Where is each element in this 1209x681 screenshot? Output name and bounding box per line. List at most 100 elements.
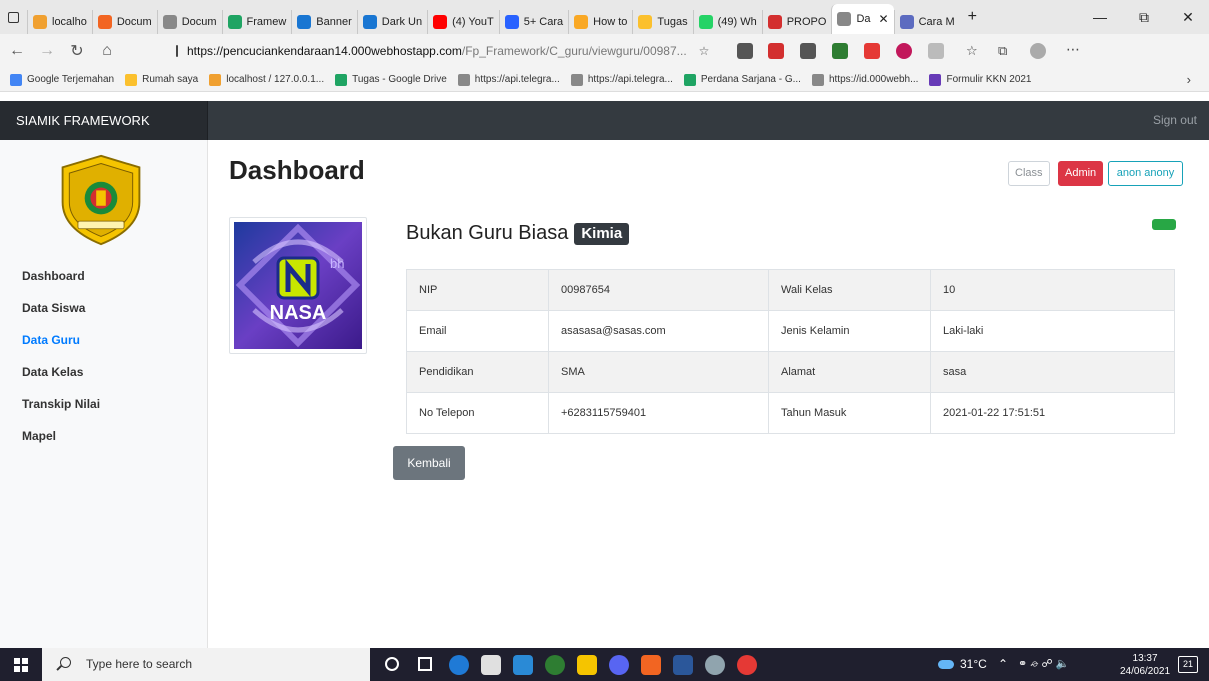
field-value: sasa: [930, 351, 1175, 393]
bookmark-item[interactable]: localhost / 127.0.0.1...: [209, 73, 324, 86]
bookmark-item[interactable]: Perdana Sarjana - G...: [683, 73, 801, 86]
tab-favicon-icon: [899, 15, 914, 29]
tray-icons[interactable]: ⚭ ⌮ ☍ 🔈: [1018, 648, 1069, 681]
bookmark-favicon-icon: [125, 73, 138, 86]
extension-icon[interactable]: [800, 43, 816, 59]
browser-tab[interactable]: Framew: [221, 10, 292, 34]
sidebar-item-data-guru[interactable]: Data Guru: [22, 332, 100, 364]
edge-icon[interactable]: [449, 655, 469, 675]
xampp-icon[interactable]: [641, 655, 661, 675]
sidebar-item-data-siswa[interactable]: Data Siswa: [22, 300, 100, 332]
brand-logo-text[interactable]: SIAMIK FRAMEWORK: [0, 101, 208, 140]
browser-tab[interactable]: Docum: [91, 10, 157, 34]
restore-icon[interactable]: ⧉: [1122, 0, 1166, 34]
app-icon[interactable]: [545, 655, 565, 675]
extension-icon[interactable]: [864, 43, 880, 59]
browser-tab[interactable]: localho: [27, 10, 92, 34]
cortana-icon[interactable]: [385, 657, 399, 671]
bookmark-favicon-icon: [10, 73, 22, 86]
address-bar[interactable]: https://pencuciankendaraan14.000webhosta…: [176, 37, 710, 65]
field-value: 2021-01-22 17:51:51: [930, 392, 1175, 434]
tab-actions-icon[interactable]: [8, 11, 19, 23]
forward-arrow-icon[interactable]: →: [32, 42, 62, 60]
bookmark-item[interactable]: Google Terjemahan: [10, 73, 114, 86]
bookmark-item[interactable]: Formulir KKN 2021: [929, 73, 1032, 86]
windows-start-icon[interactable]: [0, 648, 42, 681]
bookmark-item[interactable]: https://api.telegra...: [570, 73, 673, 86]
sidebar-item-dashboard[interactable]: Dashboard: [22, 268, 100, 300]
weather-icon[interactable]: [938, 660, 954, 669]
browser-tab[interactable]: Dark Un: [356, 10, 427, 34]
user-button[interactable]: anon anony: [1108, 161, 1183, 186]
taskbar-search-input[interactable]: Type here to search: [42, 648, 370, 681]
field-value: SMA: [548, 351, 769, 393]
browser-tab[interactable]: Tugas: [632, 10, 692, 34]
extension-icon[interactable]: [832, 43, 848, 59]
extension-icon[interactable]: [768, 43, 784, 59]
admin-badge[interactable]: Admin: [1058, 161, 1104, 186]
tray-chevron-icon[interactable]: ⌃: [998, 648, 1008, 681]
extension-icon[interactable]: [896, 43, 912, 59]
bookmark-favicon-icon: [570, 73, 583, 86]
bookmark-item[interactable]: https://id.000webh...: [811, 73, 918, 86]
back-arrow-icon[interactable]: ←: [2, 42, 32, 60]
word-icon[interactable]: [673, 655, 693, 675]
bookmark-item[interactable]: Tugas - Google Drive: [335, 73, 447, 86]
extension-icon[interactable]: [737, 43, 753, 59]
browser-tab[interactable]: Docum: [156, 10, 222, 34]
tab-label: PROPO: [786, 16, 827, 28]
browser-tab[interactable]: (49) Wh: [692, 10, 762, 34]
bookmark-favicon-icon: [457, 73, 470, 86]
bookmark-item[interactable]: Rumah saya: [125, 73, 198, 86]
tab-label: Banner: [316, 16, 352, 28]
table-row: NIP 00987654 Wali Kelas 10: [406, 269, 1175, 311]
table-row: Email asasasa@sasas.com Jenis Kelamin Laki-…: [406, 310, 1175, 352]
extension-icon[interactable]: [928, 43, 944, 59]
tab-favicon-icon: [433, 15, 448, 29]
tab-label: Da: [856, 13, 871, 25]
notification-count: 21: [1182, 659, 1193, 669]
task-view-icon[interactable]: [418, 657, 432, 671]
mail-icon[interactable]: [513, 655, 533, 675]
browser-tab[interactable]: Da ✕: [831, 4, 894, 34]
browser-tab[interactable]: (4) YouT: [427, 10, 499, 34]
weather-temp[interactable]: 31°C: [960, 648, 987, 681]
sidebar-item-data-kelas[interactable]: Data Kelas: [22, 364, 100, 396]
browser-tab[interactable]: How to: [568, 10, 632, 34]
refresh-icon[interactable]: ↻: [62, 41, 92, 61]
discord-icon[interactable]: [609, 655, 629, 675]
more-menu-icon[interactable]: ⋯: [1066, 41, 1080, 58]
close-window-icon[interactable]: ✕: [1166, 0, 1209, 34]
tab-label: Dark Un: [381, 16, 423, 28]
browser-tab[interactable]: PROPO: [761, 10, 832, 34]
new-tab-button[interactable]: +: [968, 8, 977, 26]
tab-label: Docum: [181, 16, 217, 28]
tab-favicon-icon: [162, 15, 177, 29]
collections-icon[interactable]: ⧉: [998, 43, 1007, 59]
back-button[interactable]: Kembali: [393, 446, 465, 480]
favorites-icon[interactable]: ☆: [966, 43, 978, 59]
taskbar-clock[interactable]: 13:37 24/06/2021: [1120, 652, 1170, 678]
file-explorer-icon[interactable]: [577, 655, 597, 675]
app-icon[interactable]: [705, 655, 725, 675]
bookmark-item[interactable]: https://api.telegra...: [457, 73, 560, 86]
sidebar-item-mapel[interactable]: Mapel: [22, 428, 100, 460]
browser-tab[interactable]: Banner: [291, 10, 356, 34]
notification-icon[interactable]: 21: [1178, 656, 1198, 673]
clock-time: 13:37: [1132, 653, 1158, 664]
sidebar-item-transkip-nilai[interactable]: Transkip Nilai: [22, 396, 100, 428]
sign-out-link[interactable]: Sign out: [1153, 101, 1197, 140]
read-aloud-icon[interactable]: ☆: [699, 44, 710, 58]
home-icon[interactable]: ⌂: [92, 42, 122, 60]
bookmarks-overflow-icon[interactable]: ›: [1187, 72, 1191, 87]
browser-tab[interactable]: Cara M: [893, 10, 960, 34]
app-icon[interactable]: [737, 655, 757, 675]
tab-close-icon[interactable]: ✕: [879, 12, 889, 26]
field-label: Pendidikan: [406, 351, 549, 393]
store-icon[interactable]: [481, 655, 501, 675]
bookmark-label: https://api.telegra...: [587, 74, 673, 85]
minimize-icon[interactable]: —: [1078, 0, 1122, 34]
browser-tab[interactable]: 5+ Cara: [498, 10, 568, 34]
class-badge[interactable]: Class: [1008, 161, 1050, 186]
profile-avatar-icon[interactable]: [1030, 43, 1046, 59]
